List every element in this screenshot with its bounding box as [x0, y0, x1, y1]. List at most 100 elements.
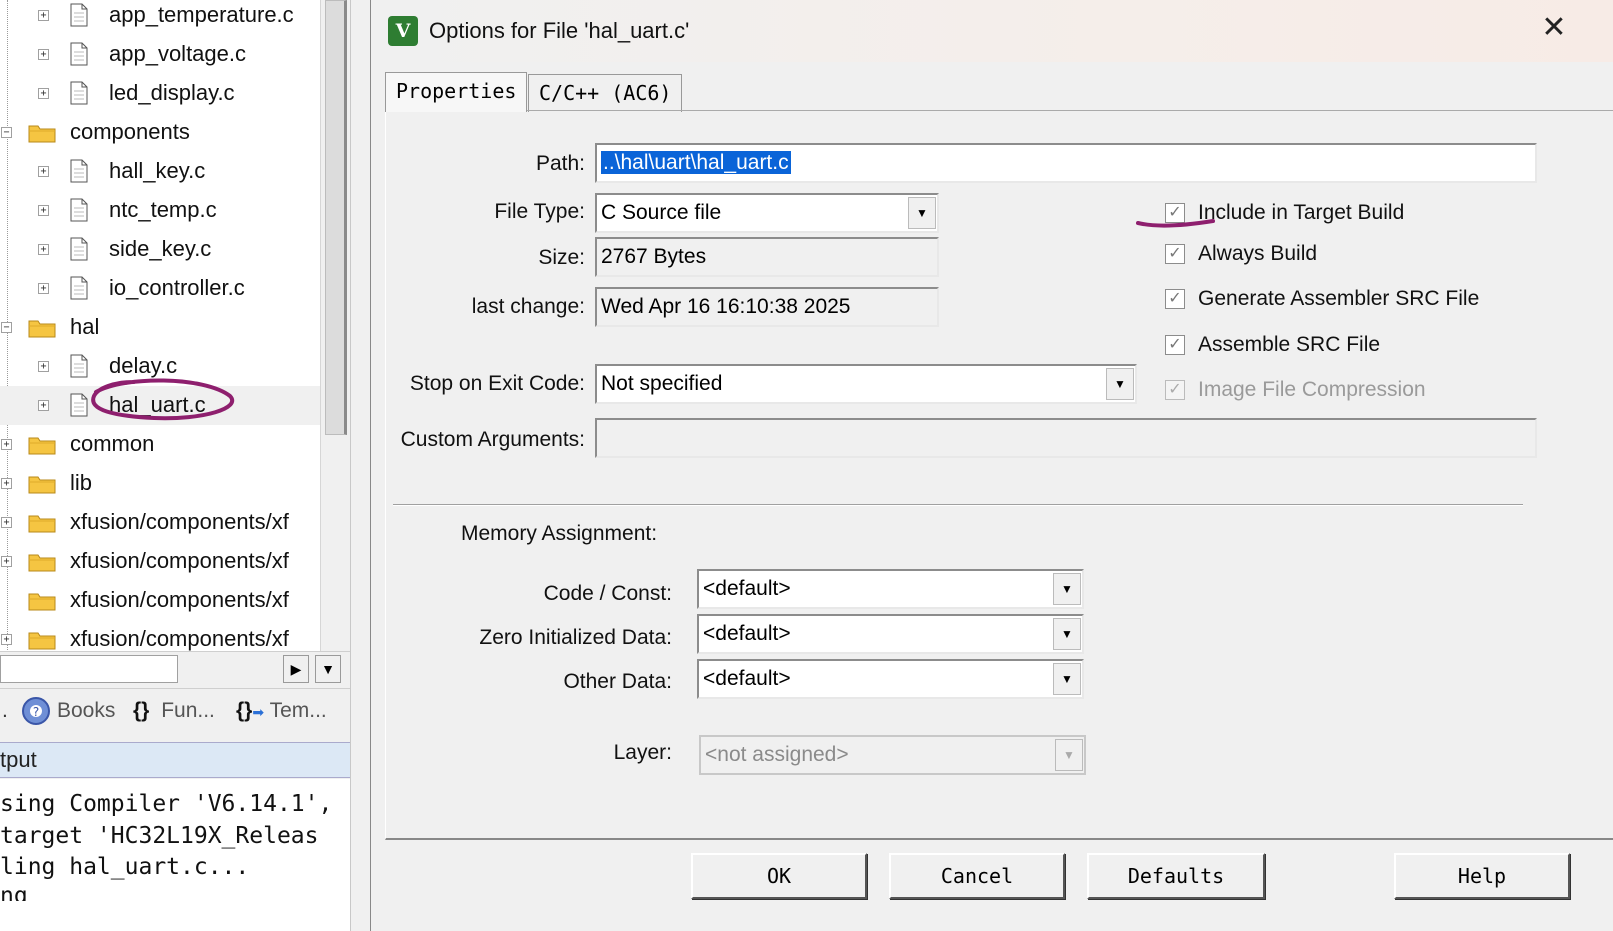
- expand-icon[interactable]: +: [38, 400, 49, 411]
- output-panel-header: tput: [0, 742, 372, 778]
- project-tree[interactable]: + app_temperature.c + app_voltage.c + led_dis…: [0, 0, 320, 668]
- tree-folder[interactable]: + xfusion/components/xf: [0, 542, 320, 581]
- dialog-titlebar[interactable]: V Options for File 'hal_uart.c' ✕: [371, 0, 1613, 62]
- chevron-down-icon[interactable]: ▼: [1053, 618, 1081, 650]
- code-const-select[interactable]: <default> ▼: [697, 569, 1084, 609]
- close-icon[interactable]: ✕: [1539, 13, 1569, 44]
- scroll-thumb[interactable]: [325, 0, 347, 435]
- expand-icon[interactable]: +: [38, 49, 49, 60]
- tab-cpp-ac6[interactable]: C/C++ (AC6): [528, 74, 683, 112]
- path-field[interactable]: ..\hal\uart\hal_uart.c: [595, 143, 1537, 183]
- tree-horizontal-scrollbar[interactable]: ▶ ▼: [0, 651, 350, 685]
- dialog-tabs: Properties C/C++ (AC6): [385, 72, 1585, 112]
- expand-icon[interactable]: +: [1, 634, 12, 645]
- books-icon: ?: [22, 697, 50, 725]
- include-target-build-label: Include in Target Build: [1198, 201, 1405, 224]
- folder-icon: [28, 630, 56, 650]
- tree-item-label: led_display.c: [109, 80, 235, 105]
- expand-icon[interactable]: +: [1, 439, 12, 450]
- annotation-circle: [91, 378, 235, 421]
- chevron-down-icon: ▼: [1055, 739, 1083, 771]
- expand-icon[interactable]: +: [38, 88, 49, 99]
- expand-icon[interactable]: +: [38, 283, 49, 294]
- tree-folder[interactable]: + common: [0, 425, 320, 464]
- scroll-down-icon[interactable]: ▼: [315, 655, 341, 683]
- stop-on-exit-select[interactable]: Not specified ▼: [595, 364, 1137, 404]
- project-bottom-tabs: . ? Books {} Fun... {}➡ Tem...: [0, 688, 350, 730]
- tree-folder[interactable]: + lib: [0, 464, 320, 503]
- folder-icon: [28, 435, 56, 455]
- tree-item-label: components: [70, 119, 190, 144]
- tree-file[interactable]: + app_voltage.c: [0, 35, 320, 74]
- output-line: ng: [0, 883, 28, 901]
- path-value: ..\hal\uart\hal_uart.c: [601, 151, 791, 174]
- expand-icon[interactable]: −: [1, 322, 12, 333]
- tree-file[interactable]: + hall_key.c: [0, 152, 320, 191]
- cancel-button[interactable]: Cancel: [889, 853, 1065, 899]
- layer-value: <not assigned>: [705, 743, 849, 766]
- chevron-down-icon[interactable]: ▼: [1106, 368, 1134, 400]
- tree-folder[interactable]: + xfusion/components/xf: [0, 503, 320, 542]
- expand-icon[interactable]: −: [1, 127, 12, 138]
- defaults-button[interactable]: Defaults: [1087, 853, 1265, 899]
- other-data-value: <default>: [703, 667, 791, 690]
- code-const-label: Code / Const:: [543, 582, 672, 605]
- tree-vertical-scrollbar[interactable]: [320, 0, 350, 668]
- c-file-icon: [70, 198, 88, 222]
- build-output[interactable]: sing Compiler 'V6.14.1', target 'HC32L19…: [0, 779, 372, 931]
- tab-templates[interactable]: {}➡ Tem...: [236, 693, 327, 729]
- tree-folder[interactable]: − components: [0, 113, 320, 152]
- folder-icon: [28, 591, 56, 611]
- scroll-thumb[interactable]: [0, 655, 178, 683]
- scroll-right-icon[interactable]: ▶: [283, 655, 309, 683]
- tree-item-label: lib: [70, 470, 93, 495]
- tree-item-label: xfusion/components/xf: [70, 626, 289, 651]
- expand-icon[interactable]: +: [38, 10, 49, 21]
- chevron-down-icon[interactable]: ▼: [1053, 573, 1081, 605]
- tree-file[interactable]: + ntc_temp.c: [0, 191, 320, 230]
- expand-icon[interactable]: +: [1, 478, 12, 489]
- tree-item-label: ntc_temp.c: [109, 197, 217, 222]
- image-compression-label: Image File Compression: [1198, 378, 1426, 401]
- c-file-icon: [70, 237, 88, 261]
- expand-icon[interactable]: +: [38, 205, 49, 216]
- help-button[interactable]: Help: [1394, 853, 1570, 899]
- chevron-down-icon[interactable]: ▼: [1053, 663, 1081, 695]
- expand-icon[interactable]: +: [1, 517, 12, 528]
- output-line: sing Compiler 'V6.14.1',: [0, 791, 333, 817]
- folder-icon: [28, 318, 56, 338]
- zero-init-select[interactable]: <default> ▼: [697, 614, 1084, 654]
- tab-properties[interactable]: Properties: [385, 72, 528, 112]
- code-const-value: <default>: [703, 577, 791, 600]
- tree-file[interactable]: + hal_uart.c: [0, 378, 320, 425]
- assemble-src-checkbox[interactable]: ✓: [1165, 335, 1185, 355]
- file-type-label: File Type:: [494, 200, 585, 223]
- other-data-select[interactable]: <default> ▼: [697, 659, 1084, 699]
- custom-args-field[interactable]: [595, 418, 1537, 458]
- generate-asm-src-checkbox[interactable]: ✓: [1165, 289, 1185, 309]
- expand-icon[interactable]: +: [38, 244, 49, 255]
- file-type-select[interactable]: C Source file ▼: [595, 193, 939, 233]
- tree-file[interactable]: + io_controller.c: [0, 269, 320, 308]
- zero-init-label: Zero Initialized Data:: [479, 626, 672, 649]
- tree-file[interactable]: + led_display.c: [0, 74, 320, 113]
- size-label: Size:: [538, 246, 585, 269]
- project-pane: + app_temperature.c + app_voltage.c + led_dis…: [0, 0, 372, 931]
- always-build-checkbox[interactable]: ✓: [1165, 244, 1185, 264]
- c-file-icon: [70, 42, 88, 66]
- pane-splitter[interactable]: [350, 0, 372, 931]
- expand-icon[interactable]: +: [38, 361, 49, 372]
- tree-file[interactable]: + app_temperature.c: [0, 0, 320, 35]
- tree-folder[interactable]: − hal: [0, 308, 320, 347]
- tree-file[interactable]: + side_key.c: [0, 230, 320, 269]
- chevron-down-icon[interactable]: ▼: [908, 197, 936, 229]
- tree-folder[interactable]: xfusion/components/xf: [0, 581, 320, 620]
- ok-button[interactable]: OK: [691, 853, 867, 899]
- project-tab-stub[interactable]: .: [2, 693, 8, 729]
- tab-templates-label: Tem...: [269, 699, 327, 722]
- expand-icon[interactable]: +: [38, 166, 49, 177]
- dialog-title: Options for File 'hal_uart.c': [429, 18, 690, 43]
- last-change-field: Wed Apr 16 16:10:38 2025: [595, 287, 939, 327]
- expand-icon[interactable]: +: [1, 556, 12, 567]
- tab-functions[interactable]: {} Fun...: [133, 693, 215, 729]
